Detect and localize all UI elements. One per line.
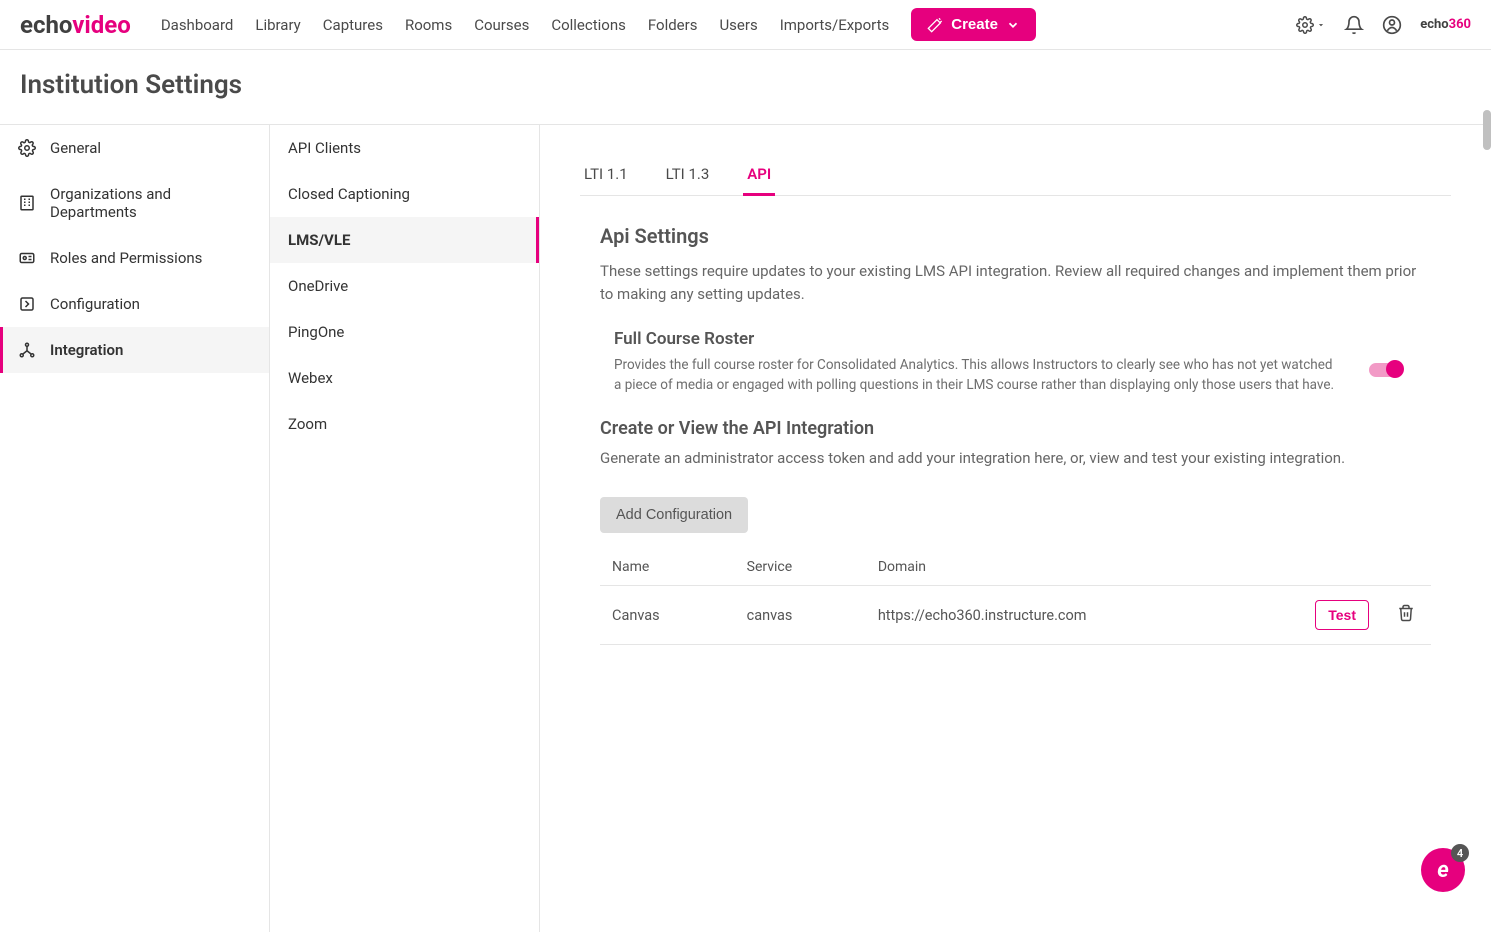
create-view-desc: Generate an administrator access token a… — [600, 447, 1431, 470]
gear-icon — [1296, 16, 1314, 34]
cell-test: Test — [1303, 586, 1381, 645]
sidebar-item-label: Configuration — [50, 295, 140, 313]
cell-domain: https://echo360.instructure.com — [866, 586, 1303, 645]
api-settings-content: Api Settings These settings require upda… — [580, 224, 1451, 645]
col-name: Name — [600, 549, 735, 586]
delete-button[interactable] — [1397, 609, 1415, 626]
nav-folders[interactable]: Folders — [648, 16, 698, 34]
building-icon — [18, 194, 36, 212]
roster-block: Full Course Roster Provides the full cou… — [614, 329, 1431, 396]
cell-name: Canvas — [600, 586, 735, 645]
sub-item-pingone[interactable]: PingOne — [270, 309, 539, 355]
gear-icon — [18, 139, 36, 157]
sidebar-item-label: Integration — [50, 341, 123, 359]
float-letter: e — [1437, 858, 1449, 883]
scrollbar[interactable] — [1483, 110, 1491, 150]
chevron-down-icon — [1006, 18, 1020, 32]
main-content: LTI 1.1 LTI 1.3 API Api Settings These s… — [540, 125, 1491, 932]
tab-api[interactable]: API — [743, 155, 775, 196]
top-nav-right: echo360 — [1296, 15, 1471, 35]
tab-lti11[interactable]: LTI 1.1 — [580, 155, 632, 195]
logo[interactable]: echovideo — [20, 11, 131, 39]
sidebar-item-label: General — [50, 139, 101, 157]
trash-icon — [1397, 604, 1415, 622]
api-settings-heading: Api Settings — [600, 224, 1431, 248]
sidebar-secondary: API Clients Closed Captioning LMS/VLE On… — [270, 125, 540, 932]
top-nav-links: Dashboard Library Captures Rooms Courses… — [161, 16, 889, 34]
bell-icon[interactable] — [1344, 15, 1364, 35]
nav-library[interactable]: Library — [255, 16, 300, 34]
nodes-icon — [18, 341, 36, 359]
badge-icon — [18, 249, 36, 267]
col-domain: Domain — [866, 549, 1303, 586]
magic-wand-icon — [927, 17, 943, 33]
nav-imports-exports[interactable]: Imports/Exports — [780, 16, 890, 34]
tab-lti13[interactable]: LTI 1.3 — [662, 155, 714, 195]
api-config-table: Name Service Domain Canvas canvas https:… — [600, 549, 1431, 645]
sub-item-api-clients[interactable]: API Clients — [270, 125, 539, 171]
sidebar-item-label: Roles and Permissions — [50, 249, 202, 267]
api-settings-desc: These settings require updates to your e… — [600, 260, 1431, 305]
sub-item-lms-vle[interactable]: LMS/VLE — [270, 217, 539, 263]
small-logo[interactable]: echo360 — [1420, 17, 1471, 32]
small-logo-part2: 360 — [1449, 17, 1471, 32]
cell-service: canvas — [735, 586, 866, 645]
sidebar-item-general[interactable]: General — [0, 125, 269, 171]
tabs: LTI 1.1 LTI 1.3 API — [580, 155, 1451, 196]
help-floating-button[interactable]: e 4 — [1421, 848, 1465, 892]
small-logo-part1: echo — [1420, 17, 1448, 32]
caret-down-icon — [1316, 20, 1326, 30]
nav-courses[interactable]: Courses — [474, 16, 529, 34]
arrow-box-icon — [18, 295, 36, 313]
settings-dropdown[interactable] — [1296, 16, 1326, 34]
logo-part1: echo — [20, 11, 72, 39]
sub-item-zoom[interactable]: Zoom — [270, 401, 539, 447]
roster-toggle[interactable] — [1369, 363, 1401, 377]
create-view-heading: Create or View the API Integration — [600, 418, 1431, 439]
sidebar-primary: General Organizations and Departments Ro… — [0, 125, 270, 932]
sidebar-item-label: Organizations and Departments — [50, 185, 251, 221]
sub-item-webex[interactable]: Webex — [270, 355, 539, 401]
cell-delete — [1381, 586, 1431, 645]
roster-desc: Provides the full course roster for Cons… — [614, 355, 1339, 396]
nav-collections[interactable]: Collections — [551, 16, 626, 34]
col-service: Service — [735, 549, 866, 586]
table-header-row: Name Service Domain — [600, 549, 1431, 586]
col-delete — [1381, 549, 1431, 586]
logo-part2: video — [72, 11, 131, 39]
sub-item-closed-captioning[interactable]: Closed Captioning — [270, 171, 539, 217]
create-button[interactable]: Create — [911, 8, 1036, 41]
roster-text: Full Course Roster Provides the full cou… — [614, 329, 1339, 396]
nav-dashboard[interactable]: Dashboard — [161, 16, 234, 34]
nav-users[interactable]: Users — [719, 16, 757, 34]
nav-captures[interactable]: Captures — [323, 16, 383, 34]
sidebar-item-integration[interactable]: Integration — [0, 327, 269, 373]
test-button[interactable]: Test — [1315, 600, 1369, 630]
table-row: Canvas canvas https://echo360.instructur… — [600, 586, 1431, 645]
user-icon[interactable] — [1382, 15, 1402, 35]
nav-rooms[interactable]: Rooms — [405, 16, 452, 34]
sidebar-item-configuration[interactable]: Configuration — [0, 281, 269, 327]
roster-title: Full Course Roster — [614, 329, 1339, 349]
create-button-label: Create — [951, 16, 998, 33]
notification-count: 4 — [1451, 844, 1469, 862]
top-navigation: echovideo Dashboard Library Captures Roo… — [0, 0, 1491, 50]
sidebar-item-orgs[interactable]: Organizations and Departments — [0, 171, 269, 235]
page-title: Institution Settings — [0, 50, 1491, 124]
sidebar-item-roles[interactable]: Roles and Permissions — [0, 235, 269, 281]
add-configuration-button[interactable]: Add Configuration — [600, 497, 748, 533]
col-actions — [1303, 549, 1381, 586]
sub-item-onedrive[interactable]: OneDrive — [270, 263, 539, 309]
settings-layout: General Organizations and Departments Ro… — [0, 124, 1491, 932]
